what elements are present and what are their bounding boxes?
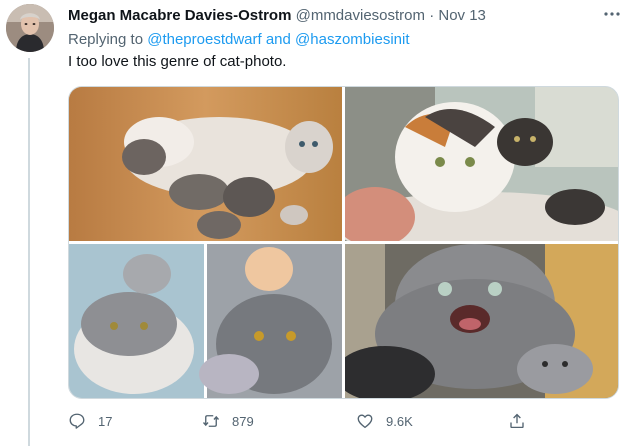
- reply-count: 17: [98, 413, 113, 429]
- tweet-header: Megan Macabre Davies-Ostrom @mmdaviesost…: [68, 6, 486, 26]
- photo-bottom-right[interactable]: [345, 244, 618, 398]
- mention-link-1[interactable]: @theproestdwarf: [147, 31, 261, 48]
- photo-top-right[interactable]: [345, 87, 618, 241]
- share-button[interactable]: [508, 406, 526, 436]
- user-handle[interactable]: @mmdaviesostrom: [296, 7, 425, 24]
- tweet-date[interactable]: Nov 13: [438, 7, 486, 24]
- like-count: 9.6K: [386, 413, 413, 429]
- media-grid: [68, 86, 619, 399]
- reply-button[interactable]: 17: [68, 406, 112, 436]
- like-button[interactable]: 9.6K: [356, 406, 413, 436]
- action-bar: 17 879 9.6K: [68, 406, 617, 436]
- display-name[interactable]: Megan Macabre Davies-Ostrom: [68, 7, 291, 24]
- retweet-count: 879: [232, 413, 254, 429]
- avatar[interactable]: [6, 4, 54, 52]
- share-icon: [508, 412, 526, 430]
- separator: ·: [429, 7, 435, 24]
- retweet-icon: [202, 412, 220, 430]
- replying-to-line: Replying to @theproestdwarf and @haszomb…: [68, 30, 410, 50]
- photo-bottom-left[interactable]: [69, 244, 342, 398]
- mention-and: and: [265, 31, 291, 48]
- heart-icon: [356, 412, 374, 430]
- photo-top-left[interactable]: [69, 87, 342, 241]
- reply-icon: [68, 412, 86, 430]
- mention-link-2[interactable]: @haszombiesinit: [295, 31, 409, 48]
- avatar-image: [6, 4, 54, 52]
- retweet-button[interactable]: 879: [202, 406, 254, 436]
- replying-to-label: Replying to: [68, 31, 144, 48]
- tweet-text: I too love this genre of cat-photo.: [68, 53, 287, 70]
- more-dots-icon[interactable]: [602, 6, 622, 26]
- thread-line: [28, 58, 30, 446]
